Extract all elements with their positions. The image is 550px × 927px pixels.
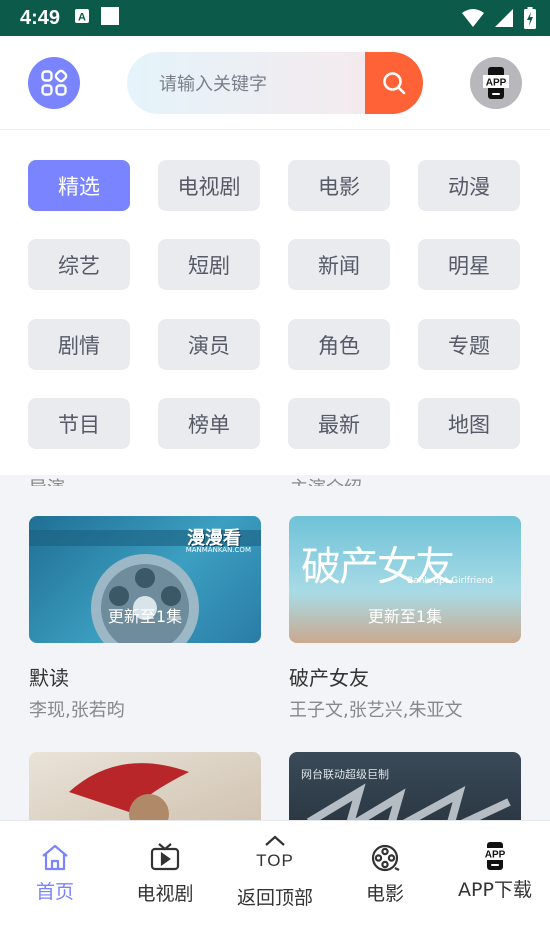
category-chip[interactable]: 专题 [418,319,520,370]
category-chip[interactable]: 节目 [28,398,130,449]
peek-text-left: 导演 [29,474,65,486]
category-chip[interactable]: 榜单 [158,398,260,449]
category-chip[interactable]: 明星 [418,239,520,290]
back-to-top-icon [265,835,285,846]
category-chip[interactable]: 电视剧 [158,160,260,211]
search-input[interactable]: 请输入关键字 [127,52,365,114]
category-chip[interactable]: 地图 [418,398,520,449]
search-bar: 请输入关键字 [127,52,423,114]
film-reel-icon [371,844,400,872]
status-bar: 4:49 A [0,0,550,36]
signal-icon [494,8,514,32]
tab-movie[interactable]: 电影 [330,821,440,927]
category-chip[interactable]: 精选 [28,160,130,211]
app-download-icon: APP [482,842,508,870]
svg-text:A: A [78,12,86,24]
episode-badge: 更新至1集 [107,607,183,626]
tab-tv[interactable]: 电视剧 [110,821,220,927]
tab-back-to-top[interactable]: TOP 返回顶部 [220,821,330,927]
home-icon [42,844,68,871]
video-poster: 漫漫看 MANMANKAN.COM 更新至1集 [29,516,261,643]
video-title: 破产女友 [289,666,369,690]
battery-charging-icon [524,7,536,33]
tab-app-download[interactable]: APP APP下载 [440,821,550,927]
category-chip[interactable]: 剧情 [28,319,130,370]
notification-a-icon: A [74,8,90,28]
peek-text-right: 主演介绍 [290,474,362,486]
category-chip[interactable]: 角色 [288,319,390,370]
video-poster: 网台联动超级巨制 [289,752,521,820]
top-text: TOP [256,851,294,870]
bottom-tab-bar: 首页 电视剧 TOP 返回顶部 电影 APP APP下载 [0,820,550,927]
app-label: APP [486,78,507,89]
tab-home[interactable]: 首页 [0,821,110,927]
video-list: 漫漫看 MANMANKAN.COM 更新至1集 默读 李现,张若昀 破产女友 B… [0,486,550,820]
category-chip[interactable]: 演员 [158,319,260,370]
status-time: 4:49 [20,6,61,29]
category-menu-button[interactable] [28,57,80,109]
app-icon-text: APP [485,850,506,861]
episode-badge: 更新至1集 [367,607,443,626]
poster-brand-sub: MANMANKAN.COM [185,546,251,554]
category-chip[interactable]: 电影 [288,160,390,211]
notification-square-icon [100,6,120,30]
category-chip[interactable]: 短剧 [158,239,260,290]
search-icon [383,72,406,95]
tv-icon [150,843,180,871]
video-title: 默读 [29,666,69,690]
app-download-button[interactable]: APP [470,57,522,109]
tab-back-to-top-label: 返回顶部 [236,887,313,909]
app-phone-icon: APP [483,67,509,99]
video-actors: 王子文,张艺兴,朱亚文 [289,700,463,721]
video-poster: 破产女友 Bankrupt Girlfriend 更新至1集 [289,516,521,643]
video-poster [29,752,261,820]
poster-title-sub: Bankrupt Girlfriend [407,576,494,586]
category-chip[interactable]: 新闻 [288,239,390,290]
category-panel: 精选 电视剧 电影 动漫综艺 短剧 新闻 明星剧情 演员 角色 专题节目 榜单 最新 地图 [0,129,550,475]
tab-home-label: 首页 [35,881,74,903]
tab-movie-label: 电影 [365,883,404,905]
wifi-icon [462,8,484,32]
category-chip[interactable]: 动漫 [418,160,520,211]
video-actors: 李现,张若昀 [29,700,125,721]
tab-app-download-label: APP下载 [458,879,532,901]
category-chip[interactable]: 综艺 [28,239,130,290]
grid-menu-icon [41,69,68,96]
tab-tv-label: 电视剧 [136,883,194,905]
category-chip[interactable]: 最新 [288,398,390,449]
top-header: 请输入关键字 APP [0,36,550,129]
search-button[interactable] [365,52,423,114]
